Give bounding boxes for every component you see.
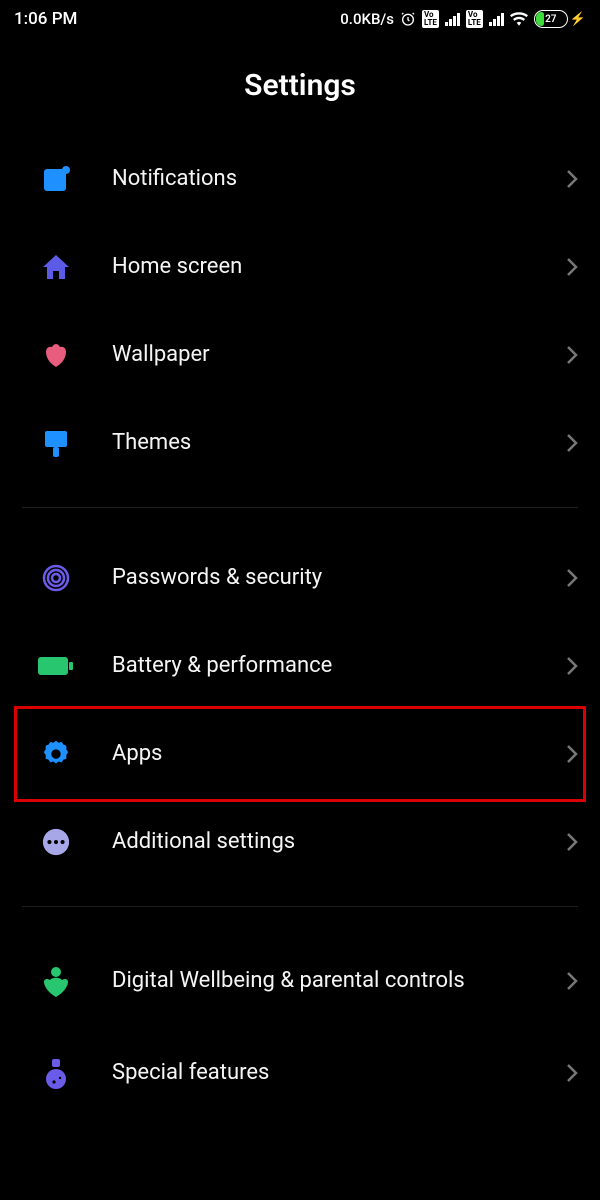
row-apps[interactable]: Apps: [0, 710, 600, 798]
chevron-right-icon: [566, 169, 578, 189]
themes-icon: [0, 427, 112, 459]
network-speed: 0.0KB/s: [340, 10, 394, 28]
row-label: Apps: [112, 740, 566, 768]
volte-icon-2: VoLTE: [466, 10, 483, 28]
signal-bars-2: [489, 13, 504, 26]
wifi-icon: [510, 12, 528, 26]
status-time: 1:06 PM: [14, 9, 77, 29]
row-label: Passwords & security: [112, 564, 566, 592]
row-label: Digital Wellbeing & parental controls: [112, 967, 566, 995]
volte-icon-1: VoLTE: [422, 10, 439, 28]
notifications-icon: [0, 163, 112, 195]
settings-list: Notifications Home screen Wallpaper Them…: [0, 135, 600, 1117]
row-additional-settings[interactable]: Additional settings: [0, 798, 600, 886]
gear-icon: [0, 739, 112, 769]
row-label: Battery & performance: [112, 652, 566, 680]
battery-indicator: 27 ⚡: [534, 10, 586, 28]
alarm-icon: [400, 11, 416, 27]
status-bar: 1:06 PM 0.0KB/s VoLTE VoLTE 27 ⚡: [0, 0, 600, 34]
chevron-right-icon: [566, 971, 578, 991]
page-header: Settings: [0, 34, 600, 135]
more-icon: [0, 827, 112, 857]
settings-screen: { "status": { "time": "1:06 PM", "net_sp…: [0, 0, 600, 1200]
status-bar-left: 1:06 PM: [14, 9, 77, 29]
row-home-screen[interactable]: Home screen: [0, 223, 600, 311]
chevron-right-icon: [566, 433, 578, 453]
wellbeing-icon: [0, 965, 112, 997]
row-themes[interactable]: Themes: [0, 399, 600, 487]
wallpaper-icon: [0, 339, 112, 371]
home-icon: [0, 251, 112, 283]
chevron-right-icon: [566, 656, 578, 676]
row-wallpaper[interactable]: Wallpaper: [0, 311, 600, 399]
row-notifications[interactable]: Notifications: [0, 135, 600, 223]
row-label: Wallpaper: [112, 341, 566, 369]
fingerprint-icon: [0, 562, 112, 594]
row-label: Additional settings: [112, 828, 566, 856]
row-label: Special features: [112, 1059, 566, 1087]
row-battery-performance[interactable]: Battery & performance: [0, 622, 600, 710]
section-divider: [22, 906, 578, 907]
row-label: Themes: [112, 429, 566, 457]
chevron-right-icon: [566, 345, 578, 365]
chevron-right-icon: [566, 568, 578, 588]
row-passwords-security[interactable]: Passwords & security: [0, 534, 600, 622]
row-label: Home screen: [112, 253, 566, 281]
section-divider: [22, 507, 578, 508]
battery-icon: [0, 655, 112, 677]
chevron-right-icon: [566, 744, 578, 764]
row-digital-wellbeing[interactable]: Digital Wellbeing & parental controls: [0, 933, 600, 1029]
page-title: Settings: [0, 68, 600, 103]
status-bar-right: 0.0KB/s VoLTE VoLTE 27 ⚡: [340, 10, 586, 28]
charging-icon: ⚡: [570, 12, 586, 27]
chevron-right-icon: [566, 832, 578, 852]
row-special-features[interactable]: Special features: [0, 1029, 600, 1117]
signal-bars-1: [445, 13, 460, 26]
chevron-right-icon: [566, 1063, 578, 1083]
flask-icon: [0, 1057, 112, 1089]
chevron-right-icon: [566, 257, 578, 277]
battery-percent: 27: [535, 11, 567, 27]
row-label: Notifications: [112, 165, 566, 193]
